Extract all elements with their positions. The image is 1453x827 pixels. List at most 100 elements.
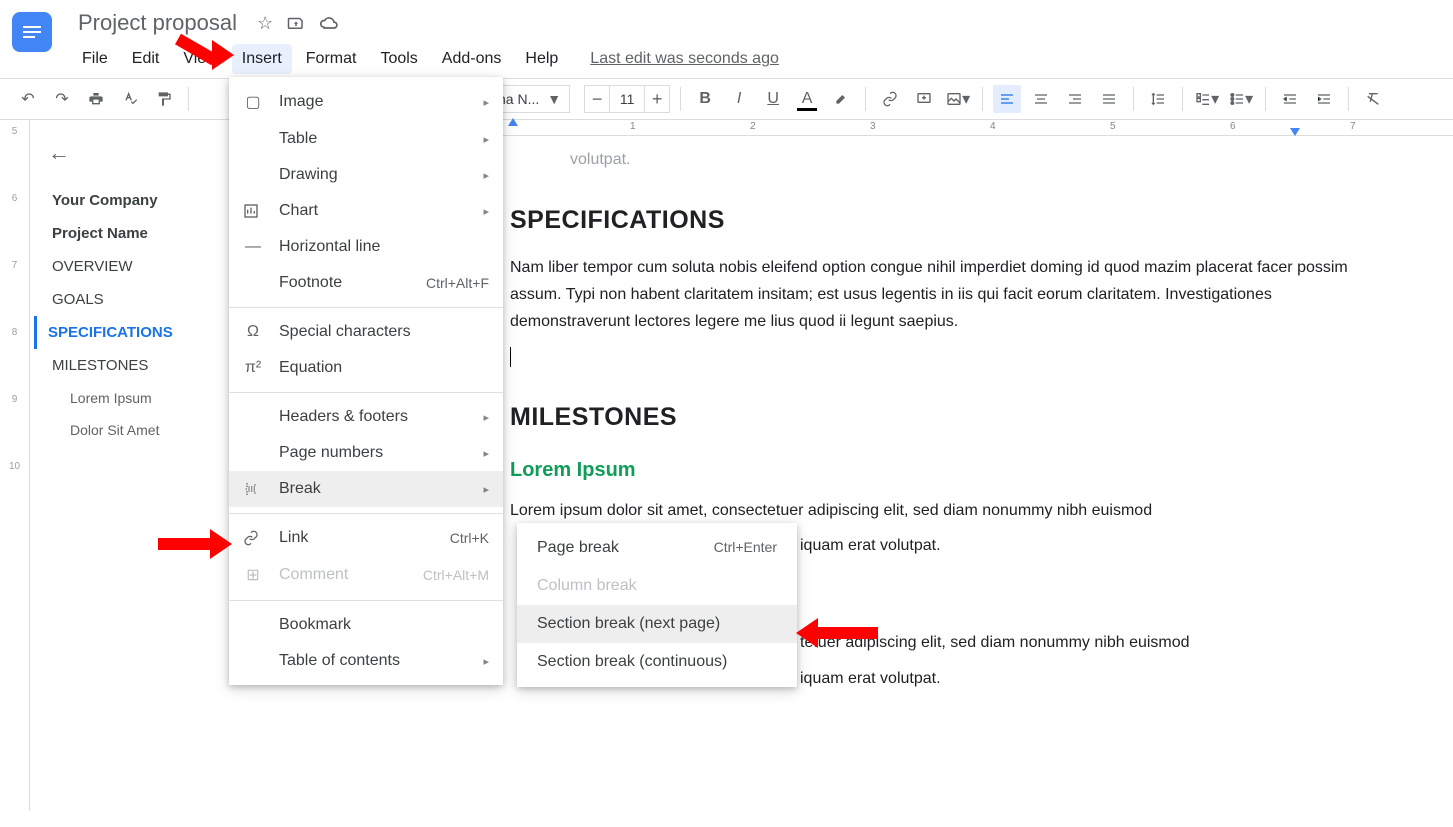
size-minus-button[interactable]: − <box>585 89 609 110</box>
print-icon[interactable] <box>82 85 110 113</box>
outline-subitem[interactable]: Lorem Ipsum <box>48 382 218 414</box>
menu-link[interactable]: LinkCtrl+K <box>229 520 503 556</box>
menu-footnote[interactable]: FootnoteCtrl+Alt+F <box>229 265 503 301</box>
menu-page-numbers[interactable]: Page numbers▸ <box>229 435 503 471</box>
body-text: iquam erat volutpat. <box>800 537 941 554</box>
submenu-column-break: Column break <box>517 567 797 605</box>
outline-item-selected[interactable]: SPECIFICATIONS <box>34 316 218 349</box>
body-text: volutpat. <box>510 146 1353 173</box>
menu-drawing[interactable]: Drawing▸ <box>229 157 503 193</box>
move-icon[interactable] <box>287 14 305 32</box>
text-cursor <box>510 347 511 367</box>
menu-special-characters[interactable]: ΩSpecial characters <box>229 314 503 350</box>
align-right-icon[interactable] <box>1061 85 1089 113</box>
submenu-page-break[interactable]: Page breakCtrl+Enter <box>517 529 797 567</box>
menu-break[interactable]: Break▸ <box>229 471 503 507</box>
menu-help[interactable]: Help <box>515 44 568 74</box>
link-icon[interactable] <box>876 85 904 113</box>
menu-toc[interactable]: Table of contents▸ <box>229 643 503 679</box>
ruler-tick: 3 <box>870 121 876 132</box>
undo-icon[interactable]: ↶ <box>14 85 42 113</box>
highlight-icon[interactable] <box>827 85 855 113</box>
menu-addons[interactable]: Add-ons <box>432 44 512 74</box>
outline-item[interactable]: MILESTONES <box>48 349 218 382</box>
indent-decrease-icon[interactable] <box>1276 85 1304 113</box>
menu-equation[interactable]: π²Equation <box>229 350 503 386</box>
ruler-tick: 2 <box>750 121 756 132</box>
heading-milestones: MILESTONES <box>510 396 1353 439</box>
heading-specifications: SPECIFICATIONS <box>510 199 1353 242</box>
menu-horizontal-line[interactable]: —Horizontal line <box>229 229 503 265</box>
body-text: Nam liber tempor cum soluta nobis eleife… <box>510 254 1353 336</box>
font-size-control[interactable]: − 11 + <box>584 85 670 113</box>
outline-item[interactable]: OVERVIEW <box>48 250 218 283</box>
paint-format-icon[interactable] <box>150 85 178 113</box>
outline-item[interactable]: Project Name <box>48 217 218 250</box>
indent-increase-icon[interactable] <box>1310 85 1338 113</box>
align-justify-icon[interactable] <box>1095 85 1123 113</box>
underline-icon[interactable]: U <box>759 85 787 113</box>
bulleted-list-icon[interactable]: ▾ <box>1227 85 1255 113</box>
menu-insert[interactable]: Insert <box>232 44 292 74</box>
bold-icon[interactable]: B <box>691 85 719 113</box>
chart-icon <box>243 203 263 219</box>
ruler-tick: 4 <box>990 121 996 132</box>
body-text: iquam erat volutpat. <box>800 670 941 687</box>
body-text: Lorem ipsum dolor sit amet, consectetuer… <box>510 502 1152 519</box>
menu-headers-footers[interactable]: Headers & footers▸ <box>229 399 503 435</box>
submenu-section-break-next[interactable]: Section break (next page) <box>517 605 797 643</box>
align-center-icon[interactable] <box>1027 85 1055 113</box>
break-icon <box>243 481 263 497</box>
ruler-tick: 6 <box>1230 121 1236 132</box>
doc-title[interactable]: Project proposal <box>72 8 243 38</box>
docs-logo[interactable] <box>12 12 52 52</box>
size-plus-button[interactable]: + <box>645 89 669 110</box>
redo-icon[interactable]: ↷ <box>48 85 76 113</box>
menu-comment: ⊞CommentCtrl+Alt+M <box>229 556 503 594</box>
vertical-ruler: 5678910 <box>0 120 30 811</box>
menu-tools[interactable]: Tools <box>370 44 427 74</box>
outline-item[interactable]: GOALS <box>48 283 218 316</box>
font-size-value[interactable]: 11 <box>609 86 645 112</box>
ruler-tick: 1 <box>630 121 636 132</box>
last-edit-link[interactable]: Last edit was seconds ago <box>590 44 779 74</box>
outline-item[interactable]: Your Company <box>48 184 218 217</box>
ruler-tick: 7 <box>1350 121 1356 132</box>
menu-file[interactable]: File <box>72 44 118 74</box>
toolbar: ↶ ↷ na N...▼ − 11 + B I U A ▾ ▾ ▾ <box>0 78 1453 120</box>
menu-image[interactable]: ▢Image▸ <box>229 83 503 121</box>
submenu-arrow-icon: ▸ <box>483 205 489 218</box>
star-icon[interactable]: ☆ <box>257 13 273 34</box>
text-color-icon[interactable]: A <box>793 85 821 113</box>
spellcheck-icon[interactable] <box>116 85 144 113</box>
document-outline: ← Your Company Project Name OVERVIEW GOA… <box>30 120 230 811</box>
comment-icon[interactable] <box>910 85 938 113</box>
right-indent-marker-icon[interactable] <box>1290 128 1300 136</box>
align-left-icon[interactable] <box>993 85 1021 113</box>
menu-bookmark[interactable]: Bookmark <box>229 607 503 643</box>
indent-marker-icon[interactable] <box>508 118 518 126</box>
pi-icon: π² <box>243 359 263 377</box>
break-submenu: Page breakCtrl+Enter Column break Sectio… <box>517 523 797 687</box>
submenu-arrow-icon: ▸ <box>483 483 489 496</box>
insert-menu-dropdown: ▢Image▸ Table▸ Drawing▸ Chart▸ —Horizont… <box>229 77 503 685</box>
menu-format[interactable]: Format <box>296 44 367 74</box>
menu-chart[interactable]: Chart▸ <box>229 193 503 229</box>
italic-icon[interactable]: I <box>725 85 753 113</box>
checklist-icon[interactable]: ▾ <box>1193 85 1221 113</box>
image-icon[interactable]: ▾ <box>944 85 972 113</box>
submenu-arrow-icon: ▸ <box>483 447 489 460</box>
outline-subitem[interactable]: Dolor Sit Amet <box>48 414 218 446</box>
cloud-icon[interactable] <box>319 15 339 31</box>
submenu-section-break-continuous[interactable]: Section break (continuous) <box>517 643 797 681</box>
font-name: na N... <box>498 91 539 107</box>
hr-icon: — <box>243 238 263 256</box>
clear-format-icon[interactable] <box>1359 85 1387 113</box>
line-spacing-icon[interactable] <box>1144 85 1172 113</box>
menu-table[interactable]: Table▸ <box>229 121 503 157</box>
comment-icon: ⊞ <box>243 565 263 585</box>
link-icon <box>243 530 263 546</box>
menu-edit[interactable]: Edit <box>122 44 170 74</box>
subheading: Lorem Ipsum <box>510 453 1353 487</box>
outline-collapse-icon[interactable]: ← <box>48 140 218 166</box>
